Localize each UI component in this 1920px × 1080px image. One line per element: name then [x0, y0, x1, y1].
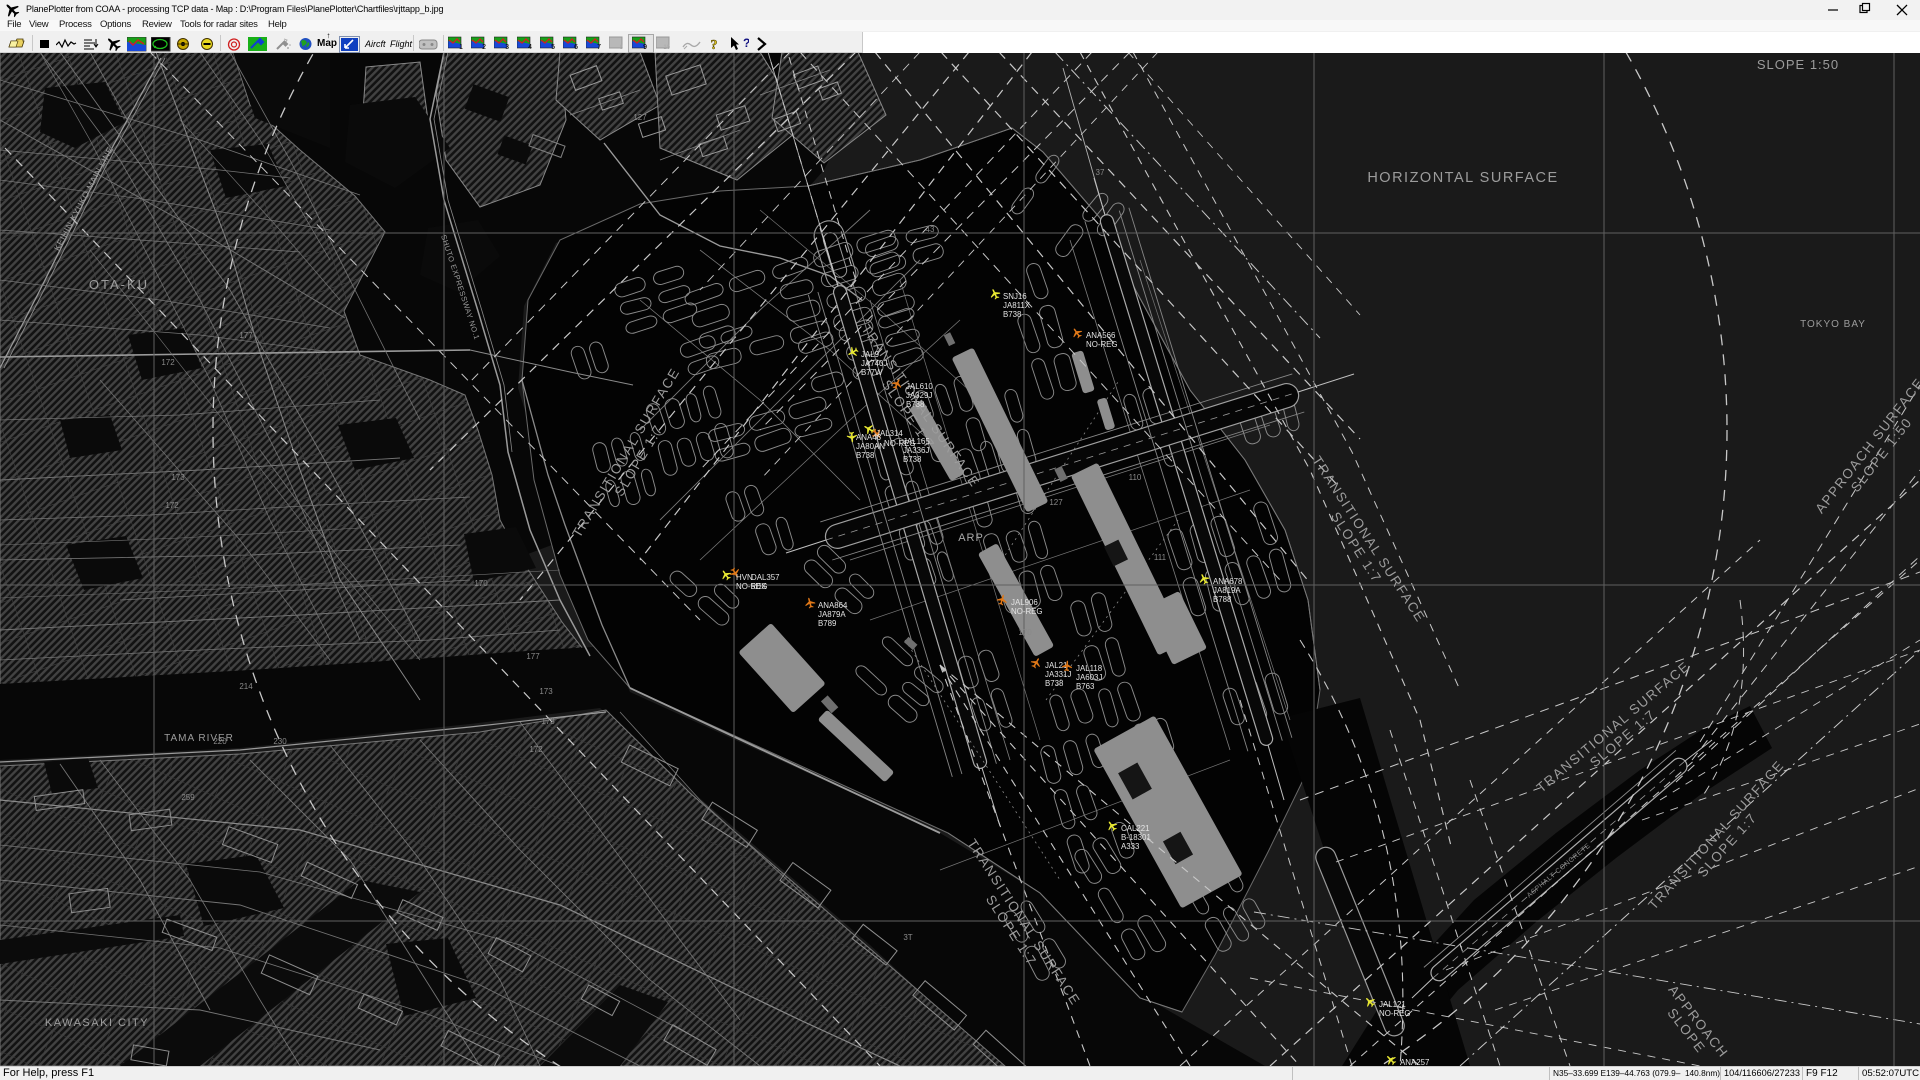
svg-text:B738: B738 — [856, 451, 875, 460]
svg-text:10: 10 — [663, 45, 670, 50]
svg-text:37: 37 — [1096, 168, 1105, 177]
svg-text:?: ? — [711, 38, 718, 52]
svg-text:JAL121: JAL121 — [1379, 1000, 1406, 1009]
svg-text:JA603J: JA603J — [1076, 673, 1102, 682]
svg-text:172: 172 — [529, 745, 543, 754]
svg-text:NO-REG: NO-REG — [1011, 607, 1043, 616]
svg-text:1: 1 — [459, 44, 463, 50]
svg-text:177: 177 — [239, 331, 253, 340]
svg-text:173: 173 — [539, 687, 553, 696]
svg-text:B789: B789 — [818, 619, 837, 628]
svg-text:214: 214 — [239, 682, 253, 691]
svg-text:JA329J: JA329J — [906, 391, 932, 400]
svg-text:4: 4 — [528, 44, 532, 50]
svg-text:6: 6 — [574, 44, 578, 50]
svg-text:ANA678: ANA678 — [1213, 577, 1243, 586]
svg-text:DAL357: DAL357 — [751, 573, 780, 582]
svg-text:8: 8 — [620, 45, 624, 50]
svg-text:173: 173 — [171, 473, 185, 482]
svg-text:JA811X: JA811X — [1003, 301, 1031, 310]
svg-text:177: 177 — [526, 652, 540, 661]
svg-text:?: ? — [743, 36, 749, 50]
svg-text:CAL221: CAL221 — [1121, 824, 1150, 833]
svg-text:259: 259 — [181, 793, 195, 802]
svg-text:JAL906: JAL906 — [1011, 598, 1038, 607]
svg-text:172: 172 — [165, 501, 179, 510]
svg-text:127: 127 — [633, 113, 647, 122]
svg-text:220: 220 — [213, 737, 227, 746]
svg-text:170: 170 — [474, 579, 488, 588]
svg-text:43: 43 — [926, 225, 935, 234]
svg-text:B738: B738 — [1045, 679, 1064, 688]
svg-text:B738: B738 — [1003, 310, 1022, 319]
svg-text:JA819A: JA819A — [1213, 586, 1241, 595]
svg-text:3T: 3T — [903, 933, 912, 942]
svg-text:B738: B738 — [903, 455, 922, 464]
svg-text:110: 110 — [1129, 473, 1142, 482]
svg-text:127: 127 — [1049, 498, 1063, 507]
svg-text:B763: B763 — [1076, 682, 1095, 691]
svg-text:B-18301: B-18301 — [1121, 833, 1151, 842]
svg-text:NO-REG: NO-REG — [1379, 1009, 1411, 1018]
svg-text:TOKYO BAY: TOKYO BAY — [1800, 319, 1866, 330]
svg-text:NO-REG: NO-REG — [1086, 340, 1118, 349]
svg-text:OTA-KU: OTA-KU — [89, 277, 149, 292]
svg-text:111: 111 — [1154, 553, 1167, 562]
svg-text:SLOPE 1:50: SLOPE 1:50 — [1757, 57, 1839, 72]
svg-text:7: 7 — [597, 44, 601, 50]
svg-text:KAWASAKI CITY: KAWASAKI CITY — [45, 1017, 149, 1029]
svg-text:A333: A333 — [1121, 842, 1140, 851]
svg-text:170: 170 — [1018, 628, 1032, 637]
svg-text:5DX: 5DX — [751, 582, 767, 591]
svg-text:JAL165: JAL165 — [903, 437, 930, 446]
svg-text:JA80AN: JA80AN — [856, 442, 885, 451]
svg-text:JA336J: JA336J — [903, 446, 929, 455]
svg-text:JAL118: JAL118 — [1076, 664, 1103, 673]
svg-text:JA331J: JA331J — [1045, 670, 1071, 679]
svg-text:B788: B788 — [1213, 595, 1232, 604]
svg-text:SNJ16: SNJ16 — [1003, 292, 1027, 301]
svg-text:JA879A: JA879A — [818, 610, 846, 619]
svg-text:5: 5 — [551, 44, 555, 50]
svg-text:2: 2 — [482, 44, 486, 50]
svg-text:ARP: ARP — [958, 532, 984, 544]
svg-text:230: 230 — [273, 737, 287, 746]
svg-text:ANA864: ANA864 — [818, 601, 848, 610]
svg-text:JA740J: JA740J — [861, 359, 887, 368]
svg-text:B738: B738 — [906, 400, 925, 409]
svg-text:JAL610: JAL610 — [906, 382, 933, 391]
svg-text:HORIZONTAL SURFACE: HORIZONTAL SURFACE — [1367, 170, 1558, 186]
svg-text:9: 9 — [643, 44, 647, 50]
svg-text:ANA46: ANA46 — [856, 433, 882, 442]
svg-text:ANA566: ANA566 — [1086, 331, 1116, 340]
svg-text:3: 3 — [505, 44, 509, 50]
svg-text:B77W: B77W — [861, 368, 883, 377]
svg-text:173: 173 — [541, 717, 555, 726]
svg-text:172: 172 — [161, 358, 175, 367]
svg-text:JAL9: JAL9 — [861, 350, 880, 359]
